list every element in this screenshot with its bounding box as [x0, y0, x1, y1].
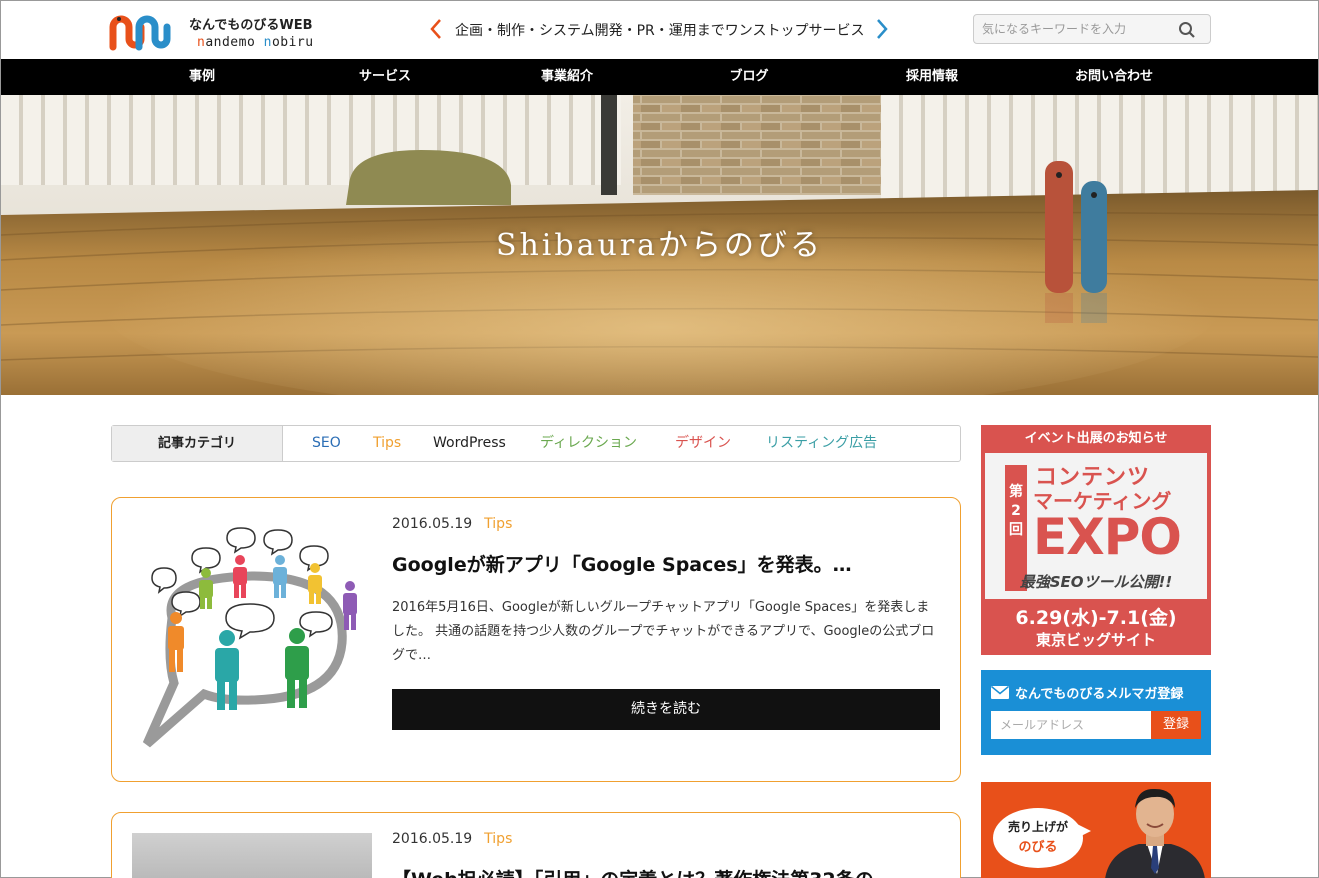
search-box — [973, 14, 1211, 44]
category-design[interactable]: デザイン — [675, 426, 731, 461]
article-date: 2016.05.19 — [392, 831, 473, 847]
event-body: 第2回 コンテンツ マーケティング EXPO 最強SEOツール公開!! — [985, 453, 1207, 599]
article-title[interactable]: 【Web担必読】「引用」の定義とは？著作権法第32条の… — [392, 865, 893, 878]
read-more-button[interactable]: 続きを読む — [392, 689, 940, 730]
event-banner[interactable]: イベント出展のお知らせ 第2回 コンテンツ マーケティング EXPO 最強SEO… — [981, 425, 1211, 655]
category-bar: 記事カテゴリ SEO Tips WordPress ディレクション デザイン リ… — [111, 425, 961, 462]
event-title-line3: EXPO — [1033, 508, 1182, 566]
site-subtitle: nandemo nobiru — [197, 35, 314, 50]
main-nav: 事例 サービス 事業紹介 ブログ 採用情報 お問い合わせ — [1, 59, 1318, 95]
sales-banner[interactable]: 売り上げが のびる — [981, 782, 1211, 878]
sales-line1: 売り上げが — [1007, 820, 1068, 834]
hero-banner: Shibauraからのびる — [1, 95, 1318, 395]
site-title[interactable]: なんでものびるWEB — [189, 14, 312, 33]
event-heading: イベント出展のお知らせ — [1024, 431, 1168, 446]
event-venue: 東京ビッグサイト — [1035, 631, 1156, 649]
site-logo[interactable] — [109, 9, 173, 53]
sales-line2: のびる — [1018, 840, 1058, 855]
nav-item-blog[interactable]: ブログ — [729, 59, 768, 95]
article-card: 2016.05.19 Tips 【Web担必読】「引用」の定義とは？著作権法第32… — [111, 812, 961, 878]
article-thumbnail[interactable] — [132, 833, 372, 878]
search-input[interactable] — [982, 20, 1172, 38]
site-header: なんでものびるWEB nandemo nobiru 企画・制作・システム開発・P… — [1, 1, 1318, 59]
tagline: 企画・制作・システム開発・PR・運用までワンストップサービス — [455, 23, 865, 39]
newsletter-heading: なんでものびるメルマガ登録 — [991, 683, 1183, 702]
category-bar-label: 記事カテゴリ — [112, 426, 283, 461]
nav-item-cases[interactable]: 事例 — [189, 59, 215, 95]
nav-item-business[interactable]: 事業紹介 — [541, 59, 593, 95]
article-date: 2016.05.19 — [392, 516, 473, 532]
article-title[interactable]: Googleが新アプリ「Google Spaces」を発表。… — [392, 550, 852, 577]
category-direction[interactable]: ディレクション — [540, 426, 637, 461]
envelope-icon — [991, 686, 1009, 699]
article-tag[interactable]: Tips — [484, 516, 512, 532]
event-dates: 6.29(水)-7.1(金) — [1015, 607, 1177, 629]
event-catch: 最強SEOツール公開!! — [1019, 573, 1173, 591]
hero-caption: Shibauraからのびる — [495, 228, 824, 263]
article-meta: 2016.05.19 Tips — [392, 516, 512, 532]
category-wordpress[interactable]: WordPress — [433, 426, 506, 461]
article-thumbnail[interactable] — [132, 518, 372, 758]
category-seo[interactable]: SEO — [312, 426, 341, 461]
nav-item-contact[interactable]: お問い合わせ — [1075, 59, 1153, 95]
newsletter-box: なんでものびるメルマガ登録 登録 — [981, 670, 1211, 755]
newsletter-submit-button[interactable]: 登録 — [1151, 711, 1201, 739]
chevron-right-icon[interactable] — [873, 17, 891, 41]
article-meta: 2016.05.19 Tips — [392, 831, 512, 847]
search-icon[interactable] — [1178, 21, 1196, 39]
article-tag[interactable]: Tips — [484, 831, 512, 847]
nav-item-recruit[interactable]: 採用情報 — [906, 59, 958, 95]
article-excerpt: 2016年5月16日、Googleが新しいグループチャットアプリ「Google … — [392, 600, 935, 663]
category-listing-ads[interactable]: リスティング広告 — [766, 426, 877, 461]
category-tips[interactable]: Tips — [373, 426, 401, 461]
article-card: 2016.05.19 Tips Googleが新アプリ「Google Spaces… — [111, 497, 961, 782]
newsletter-email-input[interactable] — [991, 711, 1151, 739]
nav-item-services[interactable]: サービス — [359, 59, 411, 95]
person-photo — [1105, 788, 1205, 878]
chevron-left-icon[interactable] — [427, 17, 445, 41]
